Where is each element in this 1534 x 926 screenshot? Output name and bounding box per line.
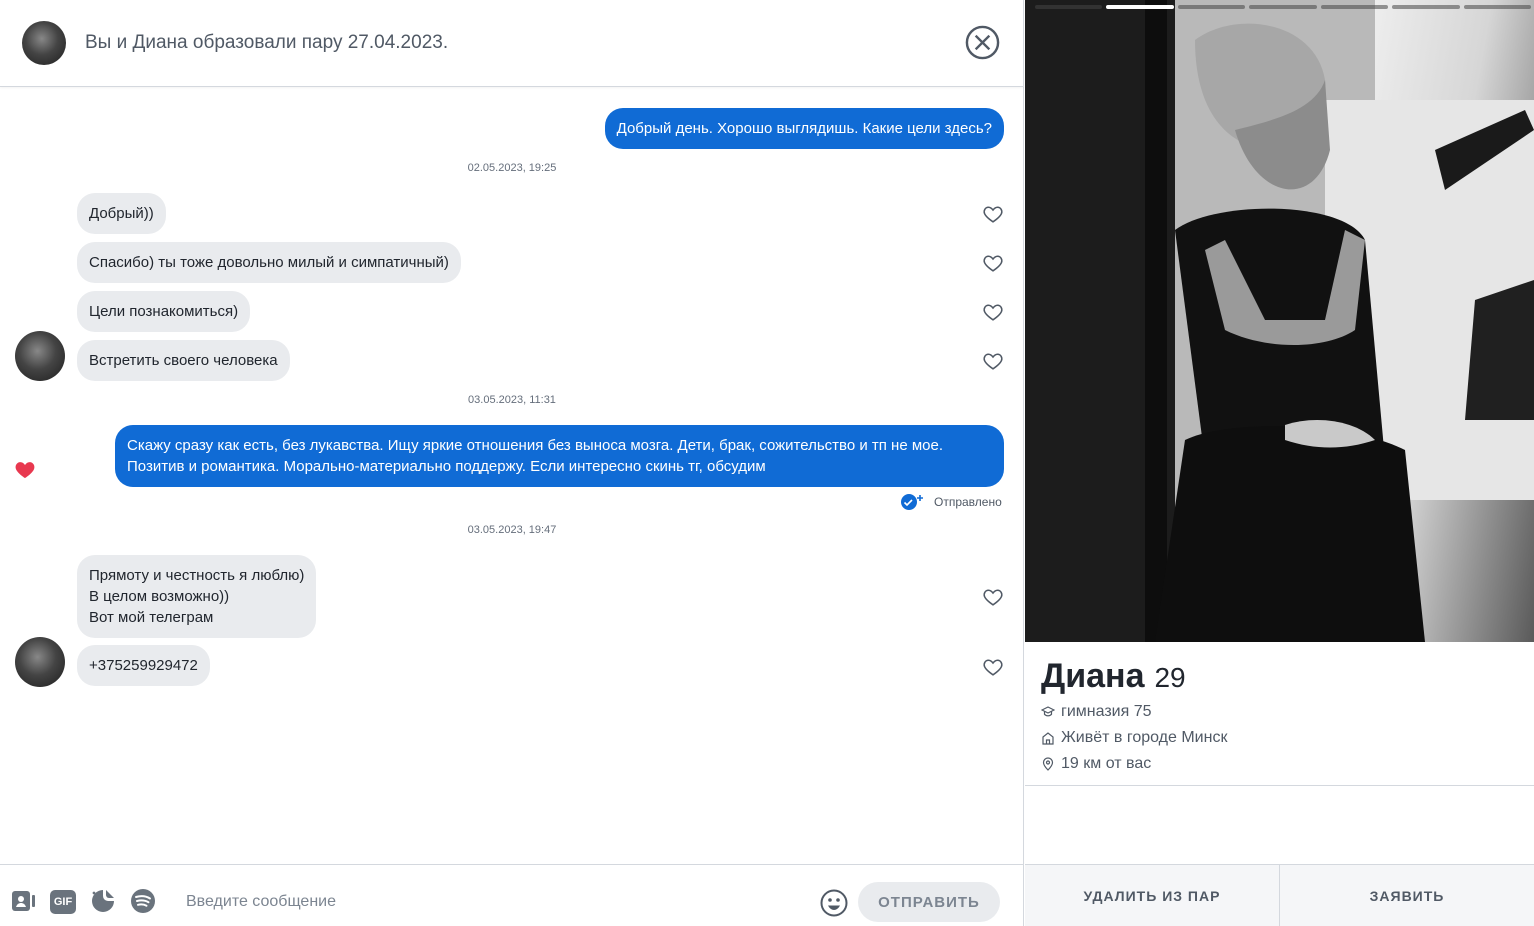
profile-name-row: Диана 29 <box>1041 657 1186 696</box>
photo-progress <box>1035 5 1531 9</box>
chat-panel: Вы и Диана образовали пару 27.04.2023. Д… <box>0 0 1024 926</box>
message-sent: Добрый день. Хорошо выглядишь. Какие цел… <box>604 108 1004 149</box>
house-icon <box>1042 732 1054 745</box>
match-avatar[interactable] <box>15 331 65 381</box>
delivered-check-icon <box>901 494 923 510</box>
profile-name: Диана <box>1041 657 1145 695</box>
profile-school: гимназия 75 <box>1041 703 1152 721</box>
match-avatar[interactable] <box>22 21 66 65</box>
profile-panel: Диана 29 гимназия 75 Живёт в городе Минс… <box>1025 0 1534 926</box>
message-sent: Скажу сразу как есть, без лукавства. Ищу… <box>115 425 1004 487</box>
app-window: Вы и Диана образовали пару 27.04.2023. Д… <box>0 0 1534 926</box>
profile-distance-label: 19 км от вас <box>1061 755 1152 772</box>
photo-progress-segment[interactable] <box>1249 5 1317 9</box>
profile-photo[interactable] <box>1025 0 1534 642</box>
profile-city: Живёт в городе Минск <box>1041 729 1227 747</box>
report-button[interactable]: ЗАЯВИТЬ <box>1279 865 1534 926</box>
sticker-icon[interactable] <box>89 887 117 915</box>
photo-progress-segment[interactable] <box>1106 5 1174 9</box>
photo-progress-segment[interactable] <box>1463 5 1531 9</box>
message-received: Добрый)) <box>77 193 166 234</box>
message-received: Прямоту и честность я люблю) В целом воз… <box>77 555 317 638</box>
divider <box>1025 785 1534 786</box>
like-heart-icon[interactable] <box>982 301 1004 323</box>
profile-city-label: Живёт в городе Минск <box>1061 729 1228 746</box>
delivery-status-label: Отправлено <box>934 495 1002 509</box>
emoji-icon[interactable] <box>819 888 849 918</box>
message-input[interactable] <box>186 885 796 919</box>
location-pin-icon <box>1042 757 1054 771</box>
liked-heart-icon <box>15 462 35 479</box>
message-received: Встретить своего человека <box>77 340 290 381</box>
photo-progress-segment[interactable] <box>1392 5 1460 9</box>
timestamp: 02.05.2023, 19:25 <box>467 162 557 174</box>
graduation-cap-icon <box>1041 706 1055 717</box>
like-heart-icon[interactable] <box>982 203 1004 225</box>
photo-progress-segment[interactable] <box>1035 5 1103 9</box>
message-received: Цели познакомиться) <box>77 291 251 332</box>
chat-header: Вы и Диана образовали пару 27.04.2023. <box>0 0 1024 87</box>
like-heart-icon[interactable] <box>982 252 1004 274</box>
profile-actions: УДАЛИТЬ ИЗ ПАР ЗАЯВИТЬ <box>1025 864 1534 926</box>
match-avatar[interactable] <box>15 637 65 687</box>
photo-progress-segment[interactable] <box>1177 5 1246 9</box>
photo-progress-segment[interactable] <box>1320 5 1389 9</box>
profile-age: 29 <box>1154 662 1186 693</box>
message-list: Добрый день. Хорошо выглядишь. Какие цел… <box>0 88 1024 864</box>
close-icon[interactable] <box>964 24 1001 61</box>
spotify-icon[interactable] <box>129 887 157 915</box>
message-received: Спасибо) ты тоже довольно милый и симпат… <box>77 242 461 283</box>
gif-icon[interactable]: GIF <box>50 890 76 914</box>
timestamp: 03.05.2023, 19:47 <box>467 524 557 536</box>
contact-card-icon[interactable] <box>9 887 37 915</box>
like-heart-icon[interactable] <box>982 350 1004 372</box>
profile-school-label: гимназия 75 <box>1061 703 1152 720</box>
like-heart-icon[interactable] <box>982 586 1004 608</box>
send-button[interactable]: ОТПРАВИТЬ <box>858 882 1000 922</box>
message-composer: GIF ОТПРАВИТЬ <box>0 864 1024 926</box>
timestamp: 03.05.2023, 11:31 <box>468 394 556 406</box>
message-received: +375259929472 <box>77 645 210 686</box>
profile-distance: 19 км от вас <box>1041 755 1151 773</box>
match-title: Вы и Диана образовали пару 27.04.2023. <box>85 32 449 53</box>
unmatch-button[interactable]: УДАЛИТЬ ИЗ ПАР <box>1025 865 1279 926</box>
delivery-status: Отправлено <box>900 493 1002 511</box>
profile-photo-image <box>1025 0 1534 642</box>
like-heart-icon[interactable] <box>982 656 1004 678</box>
